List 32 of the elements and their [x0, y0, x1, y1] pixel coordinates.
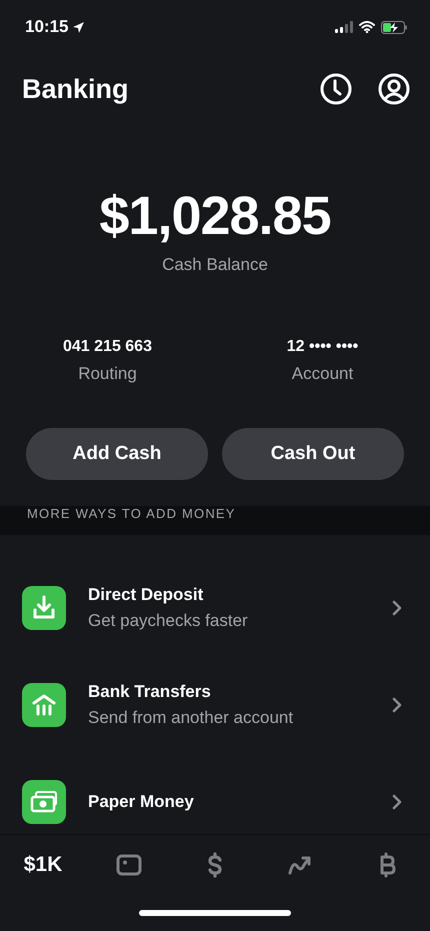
item-title: Bank Transfers — [88, 682, 212, 702]
section-heading: MORE WAYS TO ADD MONEY — [27, 506, 236, 521]
chevron-right-icon — [392, 600, 402, 616]
banknote-icon — [22, 780, 66, 824]
item-subtitle: Get paychecks faster — [88, 610, 249, 630]
battery-charging-icon — [381, 20, 408, 34]
list-item[interactable]: Direct Deposit Get paychecks faster — [0, 559, 430, 656]
signal-icon — [335, 21, 353, 33]
tab[interactable]: $1K — [24, 853, 62, 877]
item-title: Direct Deposit — [88, 584, 204, 604]
balance-label: Cash Balance — [162, 255, 268, 275]
balance-amount: $1,028.85 — [99, 186, 331, 246]
item-title: Paper Money — [88, 792, 195, 812]
account-label: Account — [292, 364, 354, 384]
item-subtitle: Send from another account — [88, 708, 294, 728]
profile-icon[interactable] — [378, 73, 410, 105]
status-time: 10:15 — [25, 17, 68, 37]
download-icon — [22, 586, 66, 630]
clock-icon[interactable] — [320, 73, 352, 105]
page-title: Banking — [22, 74, 129, 104]
list-item[interactable]: Bank Transfers Send from another account — [0, 656, 430, 753]
location-arrow-icon — [72, 20, 86, 34]
action-button[interactable]: Cash Out — [222, 428, 404, 480]
action-button[interactable]: Add Cash — [26, 428, 208, 480]
bank-icon — [22, 682, 66, 726]
account-label: Routing — [78, 364, 137, 384]
chevron-right-icon — [392, 794, 402, 810]
account-number: 041 215 663 — [63, 338, 152, 356]
chevron-right-icon — [392, 696, 402, 712]
wifi-icon — [359, 21, 375, 33]
account-number: 12 •••• •••• — [286, 338, 358, 356]
list-item[interactable]: Paper Money — [0, 753, 430, 834]
